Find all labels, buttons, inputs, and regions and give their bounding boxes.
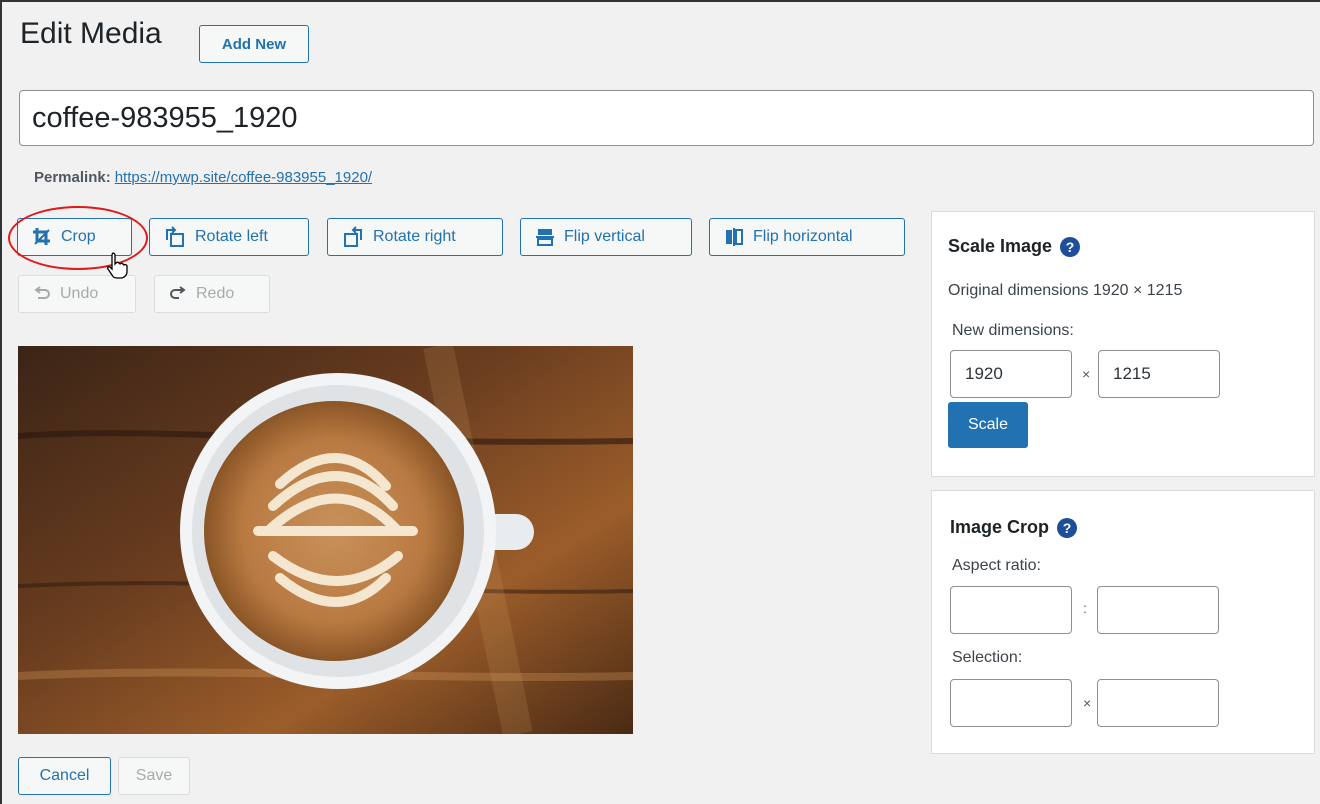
flip-vertical-label: Flip vertical (564, 228, 645, 245)
scale-button[interactable]: Scale (948, 402, 1028, 448)
undo-button[interactable]: Undo (18, 275, 136, 313)
hand-cursor-icon (106, 252, 128, 279)
scale-image-panel: Scale Image ? Original dimensions 1920 ×… (931, 211, 1315, 477)
selection-height-input[interactable] (1097, 679, 1219, 727)
rotate-left-button[interactable]: Rotate left (149, 218, 309, 256)
image-crop-title: Image Crop ? (950, 517, 1078, 538)
scale-width-input[interactable]: 1920 (950, 350, 1072, 398)
times-sign: × (1082, 366, 1091, 382)
times-sign: × (1083, 695, 1092, 711)
coffee-photo (18, 346, 633, 734)
save-button[interactable]: Save (118, 757, 190, 795)
aspect-ratio-label: Aspect ratio: (952, 557, 1041, 574)
redo-icon (170, 286, 186, 299)
original-dimensions: Original dimensions 1920 × 1215 (948, 282, 1183, 299)
redo-label: Redo (196, 285, 235, 302)
media-title-input[interactable]: coffee-983955_1920 (19, 90, 1314, 146)
new-dimensions-label: New dimensions: (952, 322, 1074, 339)
flip-horizontal-icon (726, 228, 743, 246)
scale-image-title: Scale Image ? (948, 236, 1081, 257)
selection-label: Selection: (952, 649, 1023, 666)
scale-image-title-text: Scale Image (948, 236, 1053, 256)
cancel-button[interactable]: Cancel (18, 757, 111, 795)
permalink-link[interactable]: https://mywp.site/coffee-983955_1920/ (115, 169, 372, 186)
permalink-label: Permalink: (34, 169, 111, 186)
ratio-separator: : (1083, 600, 1087, 616)
image-crop-panel: Image Crop ? Aspect ratio: : Selection: … (931, 490, 1315, 754)
image-crop-title-text: Image Crop (950, 517, 1050, 537)
redo-button[interactable]: Redo (154, 275, 270, 313)
rotate-right-button[interactable]: Rotate right (327, 218, 503, 256)
flip-horizontal-label: Flip horizontal (753, 228, 853, 245)
flip-vertical-button[interactable]: Flip vertical (520, 218, 692, 256)
media-image-preview (18, 346, 633, 734)
selection-width-input[interactable] (950, 679, 1072, 727)
flip-horizontal-button[interactable]: Flip horizontal (709, 218, 905, 256)
aspect-ratio-height-input[interactable] (1097, 586, 1219, 634)
aspect-ratio-width-input[interactable] (950, 586, 1072, 634)
permalink: Permalink: https://mywp.site/coffee-98395… (34, 169, 372, 186)
undo-icon (34, 286, 50, 299)
flip-vertical-icon (536, 229, 554, 246)
help-icon[interactable]: ? (1060, 236, 1081, 257)
page-title: Edit Media (20, 17, 162, 50)
help-icon[interactable]: ? (1057, 517, 1078, 538)
rotate-left-icon (166, 226, 184, 247)
add-new-button[interactable]: Add New (199, 25, 309, 63)
rotate-left-label: Rotate left (195, 228, 268, 245)
rotate-right-label: Rotate right (373, 228, 456, 245)
undo-label: Undo (60, 285, 99, 302)
scale-height-input[interactable]: 1215 (1098, 350, 1220, 398)
rotate-right-icon (344, 226, 362, 247)
